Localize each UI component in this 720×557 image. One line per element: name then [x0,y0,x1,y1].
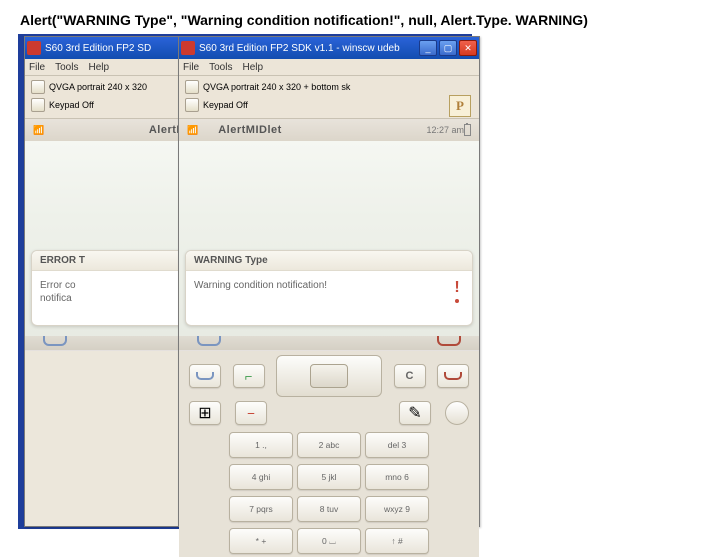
end-button[interactable]: ⎯ [235,401,267,425]
keypad-row-2: 4 ghi 5 jkl mno 6 [179,461,479,493]
left-softkey-icon[interactable] [197,336,221,346]
keypad-label: Keypad Off [49,100,94,110]
key-2[interactable]: 2 abc [297,432,361,458]
warning-icon: ! [450,279,464,309]
key-0[interactable]: 0 ⌴ [297,528,361,554]
clock-text: 12:27 am [426,125,464,135]
right-softkey-icon[interactable] [437,336,461,346]
function-row: ⌐ C [179,351,479,401]
resolution-icon[interactable] [31,80,45,94]
maximize-button[interactable]: ▢ [439,40,457,56]
edit-button[interactable]: ✎ [399,401,431,425]
right-soft-button[interactable] [437,364,469,388]
keypad-icon[interactable] [31,98,45,112]
window-title-right: S60 3rd Edition FP2 SDK v1.1 - winscw ud… [199,43,419,54]
key-8[interactable]: 8 tuv [297,496,361,522]
key-6[interactable]: mno 6 [365,464,429,490]
alert-title: WARNING Type [186,251,472,271]
menu-tools[interactable]: Tools [55,62,78,73]
left-softkey-icon[interactable] [43,336,67,346]
key-hash[interactable]: ↑ # [365,528,429,554]
left-soft-button[interactable] [189,364,221,388]
key-4[interactable]: 4 ghi [229,464,293,490]
menu-tools[interactable]: Tools [209,62,232,73]
resolution-label: QVGA portrait 240 x 320 + bottom sk [203,82,350,92]
menu-help[interactable]: Help [242,62,263,73]
keypad-label: Keypad Off [203,100,248,110]
key-3[interactable]: del 3 [365,432,429,458]
resolution-label: QVGA portrait 240 x 320 [49,82,147,92]
clear-button[interactable]: C [394,364,426,388]
menu-help[interactable]: Help [88,62,109,73]
minimize-button[interactable]: _ [419,40,437,56]
softkey-row [179,336,479,350]
menu-file[interactable]: File [29,62,45,73]
dpad-center[interactable] [310,364,348,388]
resolution-icon[interactable] [185,80,199,94]
emulator-canvas: S60 3rd Edition FP2 SD File Tools Help Q… [18,34,472,529]
caption-text: Alert("WARNING Type", "Warning condition… [20,12,588,28]
status-bar: 📶 AlertMIDlet 12:27 am [179,119,479,141]
toolbar-right: QVGA portrait 240 x 320 + bottom sk Keyp… [179,76,479,119]
side-round-button[interactable] [445,401,469,425]
keypad-row-3: 7 pqrs 8 tuv wxyz 9 [179,493,479,525]
call-button[interactable]: ⌐ [233,364,265,388]
menubar-right[interactable]: File Tools Help [179,59,479,76]
window-buttons: _ ▢ ✕ [419,40,477,56]
menu-file[interactable]: File [183,62,199,73]
menu-button[interactable]: ⊞ [189,401,221,425]
p-badge-icon: P [449,95,471,117]
keypad-icon[interactable] [185,98,199,112]
emulator-window-right: S60 3rd Edition FP2 SDK v1.1 - winscw ud… [178,36,480,527]
signal-icon: 📶 [187,125,198,136]
midlet-title: AlertMIDlet [198,124,426,136]
battery-icon [464,124,471,136]
key-star[interactable]: * + [229,528,293,554]
titlebar-right: S60 3rd Edition FP2 SDK v1.1 - winscw ud… [179,37,479,59]
app-icon [27,41,41,55]
screen-content: WARNING Type Warning condition notificat… [179,141,479,336]
keypad-row-1: 1 ., 2 abc del 3 [179,429,479,461]
key-1[interactable]: 1 ., [229,432,293,458]
key-7[interactable]: 7 pqrs [229,496,293,522]
app-icon [181,41,195,55]
dpad[interactable] [276,355,382,397]
function-row-2: ⊞ ⎯ ✎ [179,401,479,429]
alert-message: Warning condition notification! [194,279,442,292]
key-5[interactable]: 5 jkl [297,464,361,490]
alert-dialog-warning: WARNING Type Warning condition notificat… [185,250,473,326]
close-button[interactable]: ✕ [459,40,477,56]
phone-display-right: 📶 AlertMIDlet 12:27 am WARNING Type Warn… [179,119,479,351]
signal-icon: 📶 [33,125,44,136]
key-9[interactable]: wxyz 9 [365,496,429,522]
keypad-row-4: * + 0 ⌴ ↑ # [179,525,479,557]
